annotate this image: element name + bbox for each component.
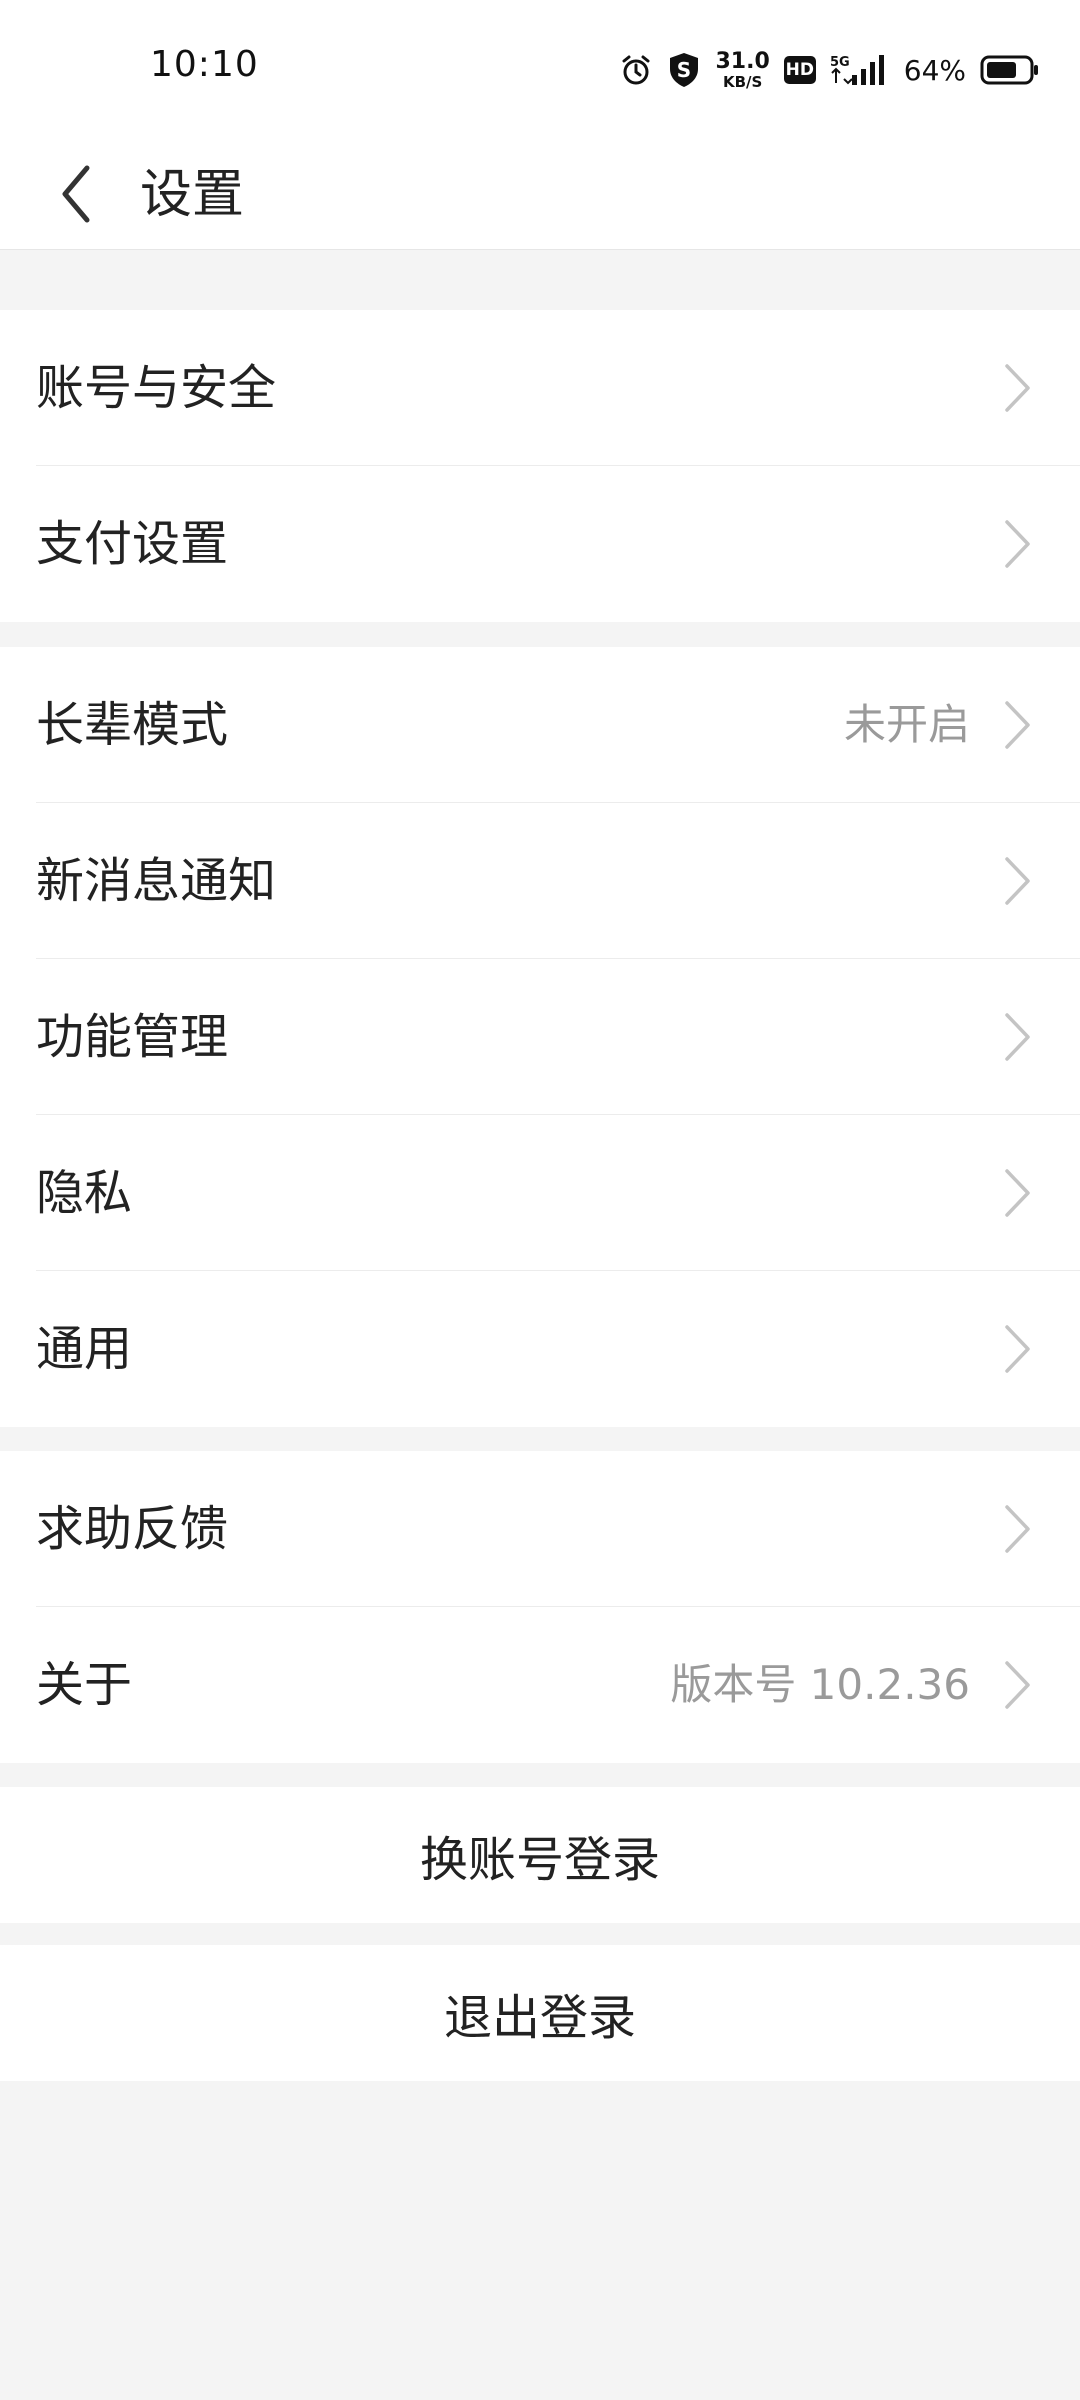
settings-screen: 10:10 S 31.0 KB/S HD 5G 64% 设置 账号与安全 支付设… xyxy=(0,0,1080,2400)
chevron-right-icon xyxy=(1005,857,1030,905)
settings-item-privacy[interactable]: 隐私 xyxy=(0,1115,1080,1271)
battery-percent: 64% xyxy=(903,53,966,87)
settings-item-label: 长辈模式 xyxy=(36,697,229,753)
signal-icon: 5G xyxy=(830,53,890,87)
network-type-label: 5G xyxy=(830,55,850,70)
page-title: 设置 xyxy=(140,165,245,225)
settings-group-general: 长辈模式 未开启 新消息通知 功能管理 隐私 通用 xyxy=(0,647,1080,1427)
switch-account-button[interactable]: 换账号登录 xyxy=(0,1787,1080,1923)
battery-icon xyxy=(980,54,1040,86)
net-speed: 31.0 KB/S xyxy=(715,48,770,91)
status-icons: S 31.0 KB/S HD 5G 64% xyxy=(619,48,1040,92)
settings-item-notifications[interactable]: 新消息通知 xyxy=(0,803,1080,959)
chevron-right-icon xyxy=(1005,1169,1030,1217)
chevron-left-icon xyxy=(62,165,90,223)
elder-mode-status: 未开启 xyxy=(843,700,970,749)
settings-item-payment[interactable]: 支付设置 xyxy=(0,466,1080,622)
settings-item-help-feedback[interactable]: 求助反馈 xyxy=(0,1451,1080,1607)
settings-item-general[interactable]: 通用 xyxy=(0,1271,1080,1427)
chevron-right-icon xyxy=(1005,1325,1030,1373)
settings-item-label: 求助反馈 xyxy=(36,1501,229,1557)
settings-group-help: 求助反馈 关于 版本号 10.2.36 xyxy=(0,1451,1080,1763)
settings-item-label: 通用 xyxy=(36,1321,133,1377)
status-bar: 10:10 S 31.0 KB/S HD 5G 64% xyxy=(0,0,1080,140)
header: 设置 xyxy=(0,140,1080,250)
settings-item-feature-management[interactable]: 功能管理 xyxy=(0,959,1080,1115)
settings-item-label: 功能管理 xyxy=(36,1009,229,1065)
chevron-right-icon xyxy=(1005,520,1030,568)
settings-item-elder-mode[interactable]: 长辈模式 未开启 xyxy=(0,647,1080,803)
chevron-right-icon xyxy=(1005,1661,1030,1709)
chevron-right-icon xyxy=(1005,1013,1030,1061)
settings-item-account-security[interactable]: 账号与安全 xyxy=(0,310,1080,466)
settings-item-label: 新消息通知 xyxy=(36,853,277,909)
svg-text:S: S xyxy=(677,58,691,82)
back-button[interactable] xyxy=(40,154,110,234)
settings-group-account: 账号与安全 支付设置 xyxy=(0,310,1080,622)
settings-item-label: 隐私 xyxy=(36,1165,133,1221)
hd-icon: HD xyxy=(783,56,816,84)
version-text: 版本号 10.2.36 xyxy=(670,1660,970,1709)
alarm-icon xyxy=(619,53,653,87)
shield-s-icon: S xyxy=(667,51,701,89)
settings-item-label: 账号与安全 xyxy=(36,360,277,416)
chevron-right-icon xyxy=(1005,1505,1030,1553)
status-time: 10:10 xyxy=(150,44,259,85)
chevron-right-icon xyxy=(1005,701,1030,749)
settings-item-label: 支付设置 xyxy=(36,516,229,572)
settings-item-about[interactable]: 关于 版本号 10.2.36 xyxy=(0,1607,1080,1763)
chevron-right-icon xyxy=(1005,364,1030,412)
settings-item-label: 关于 xyxy=(36,1657,133,1713)
logout-button[interactable]: 退出登录 xyxy=(0,1945,1080,2081)
